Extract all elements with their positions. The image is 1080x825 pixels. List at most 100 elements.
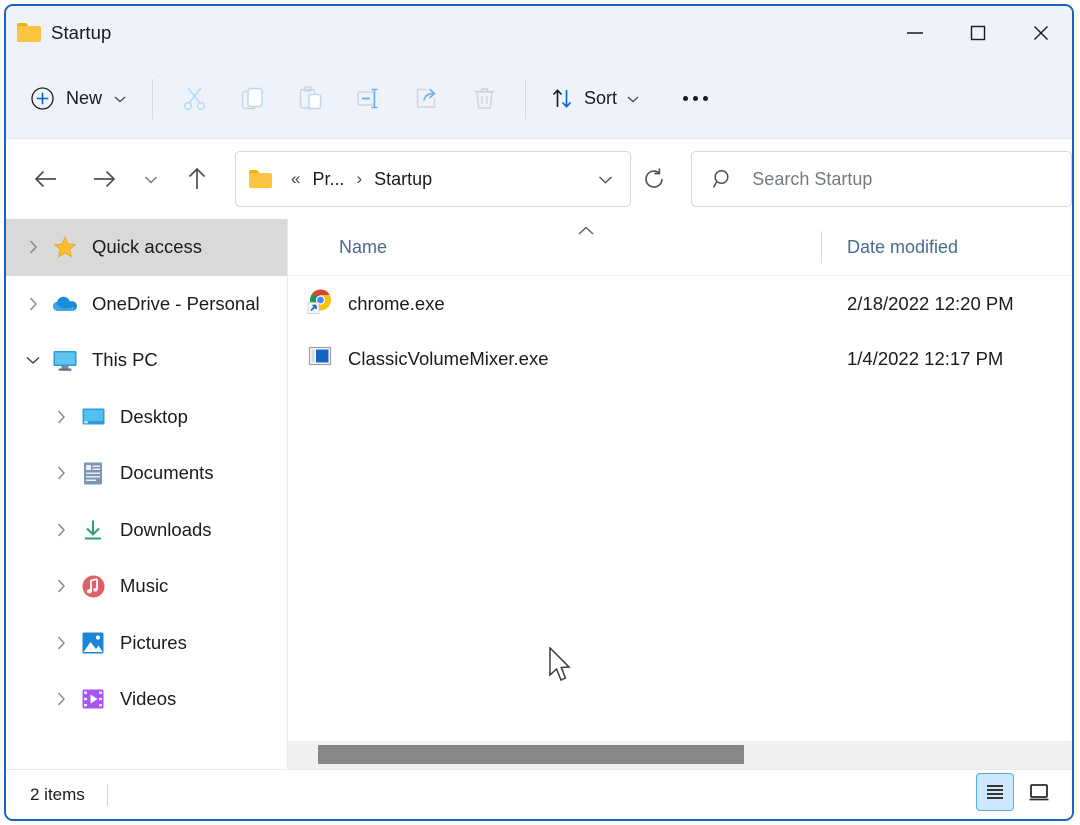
address-bar-row: « Pr... › Startup [6, 139, 1072, 219]
maximize-icon [970, 25, 985, 40]
chevron-down-icon [144, 176, 157, 183]
toolbar-divider [152, 78, 154, 119]
breadcrumb-overflow[interactable]: « [284, 169, 307, 189]
chevron-right-icon[interactable] [44, 577, 78, 595]
large-icons-view-button[interactable] [1020, 773, 1058, 811]
music-icon [78, 574, 108, 599]
sidebar-item-label: Music [120, 575, 169, 597]
ellipsis-icon [682, 96, 688, 101]
rename-button[interactable] [339, 75, 397, 123]
scissors-icon [183, 87, 205, 111]
sidebar-item-quick-access[interactable]: Quick access [6, 219, 287, 276]
horizontal-scrollbar-thumb[interactable] [318, 745, 744, 764]
breadcrumb-segment-1[interactable]: Startup [369, 165, 437, 194]
file-date-modified: 2/18/2022 12:20 PM [847, 292, 1014, 314]
search-input[interactable] [750, 167, 1055, 191]
plus-circle-icon [31, 87, 54, 110]
ellipsis-icon [702, 96, 708, 101]
cloud-icon [50, 294, 80, 314]
share-button[interactable] [397, 75, 455, 123]
close-icon [1033, 25, 1048, 40]
table-row[interactable]: chrome.exe 2/18/2022 12:20 PM [288, 276, 1072, 331]
chevron-right-icon[interactable] [16, 238, 50, 256]
arrow-right-icon [94, 170, 116, 188]
breadcrumb-dropdown-button[interactable] [588, 158, 622, 200]
sidebar-item-label: Videos [120, 688, 177, 710]
downloads-icon [78, 518, 108, 542]
application-icon [306, 342, 334, 375]
sidebar-item-desktop[interactable]: Desktop [6, 389, 287, 446]
new-button[interactable]: New [20, 76, 140, 122]
chevron-right-icon[interactable] [44, 408, 78, 426]
breadcrumb-separator: › [356, 169, 363, 188]
column-headers: Name Date modified [288, 219, 1072, 276]
sidebar-item-documents[interactable]: Documents [6, 445, 287, 502]
breadcrumb[interactable]: « Pr... › Startup [234, 151, 632, 207]
details-view-button[interactable] [976, 773, 1014, 811]
copy-icon [241, 87, 263, 110]
column-header-name[interactable]: Name [288, 219, 822, 275]
forward-button[interactable] [82, 156, 126, 202]
videos-icon [78, 687, 108, 711]
sidebar-item-onedrive[interactable]: OneDrive - Personal [6, 276, 287, 333]
sort-arrows-icon [552, 89, 572, 108]
sidebar-item-videos[interactable]: Videos [6, 671, 287, 728]
back-button[interactable] [24, 156, 68, 202]
chevron-right-icon[interactable] [44, 464, 78, 482]
column-header-date-modified[interactable]: Date modified [822, 219, 958, 275]
refresh-button[interactable] [633, 157, 675, 201]
sidebar-item-label: Downloads [120, 518, 212, 540]
cut-button[interactable] [165, 75, 223, 123]
breadcrumb-segment-0[interactable]: Pr... [307, 165, 349, 194]
rename-icon [356, 88, 378, 109]
folder-icon [17, 23, 41, 42]
sidebar-item-this-pc[interactable]: This PC [6, 332, 287, 389]
window-title: Startup [51, 21, 112, 43]
view-toggles [976, 773, 1058, 811]
table-row[interactable]: ClassicVolumeMixer.exe 1/4/2022 12:17 PM [288, 331, 1072, 386]
paste-button[interactable] [281, 75, 339, 123]
sort-button[interactable]: Sort [538, 75, 652, 123]
maximize-button[interactable] [946, 6, 1009, 59]
delete-button[interactable] [455, 75, 513, 123]
sort-button-label: Sort [584, 88, 618, 108]
search-icon [713, 169, 729, 188]
file-explorer-window: Startup New Sort « Pr... › Startup Searc… [4, 4, 1074, 821]
see-more-button[interactable] [668, 75, 722, 123]
breadcrumb-folder-icon [248, 170, 272, 188]
chevron-right-icon[interactable] [44, 521, 78, 539]
documents-icon [78, 461, 108, 486]
chevron-right-icon[interactable] [44, 690, 78, 708]
file-name: chrome.exe [348, 292, 445, 314]
sidebar-item-label: Documents [120, 462, 214, 484]
recent-locations-button[interactable] [134, 156, 167, 202]
minimize-button[interactable] [883, 6, 946, 59]
explorer-body: Quick access OneDrive - Personal This PC… [6, 219, 1072, 769]
sidebar-item-label: This PC [92, 349, 158, 371]
monitor-icon [50, 349, 80, 372]
sidebar-item-music[interactable]: Music [6, 558, 287, 615]
chevron-down-icon[interactable] [16, 354, 50, 367]
sidebar-item-pictures[interactable]: Pictures [6, 615, 287, 672]
horizontal-scrollbar[interactable] [288, 741, 1072, 769]
sidebar-item-label: Pictures [120, 631, 187, 653]
minimize-icon [906, 31, 923, 34]
ellipsis-icon [692, 96, 698, 101]
share-icon [416, 88, 436, 108]
clipboard-icon [299, 86, 321, 110]
up-button[interactable] [175, 156, 219, 202]
close-button[interactable] [1009, 6, 1072, 59]
file-list-pane: Name Date modified chrome.exe 2/18/2022 … [287, 219, 1072, 769]
arrow-up-icon [188, 167, 206, 189]
large-icons-view-icon [1029, 784, 1049, 801]
sidebar-item-label: OneDrive - Personal [92, 292, 260, 314]
chevron-right-icon[interactable] [44, 634, 78, 652]
chevron-right-icon[interactable] [16, 295, 50, 313]
refresh-icon [645, 168, 663, 188]
search-box[interactable] [691, 151, 1072, 207]
sidebar-item-downloads[interactable]: Downloads [6, 502, 287, 559]
file-date-modified: 1/4/2022 12:17 PM [847, 347, 1004, 369]
trash-icon [474, 88, 495, 109]
copy-button[interactable] [223, 75, 281, 123]
new-button-label: New [66, 88, 103, 108]
